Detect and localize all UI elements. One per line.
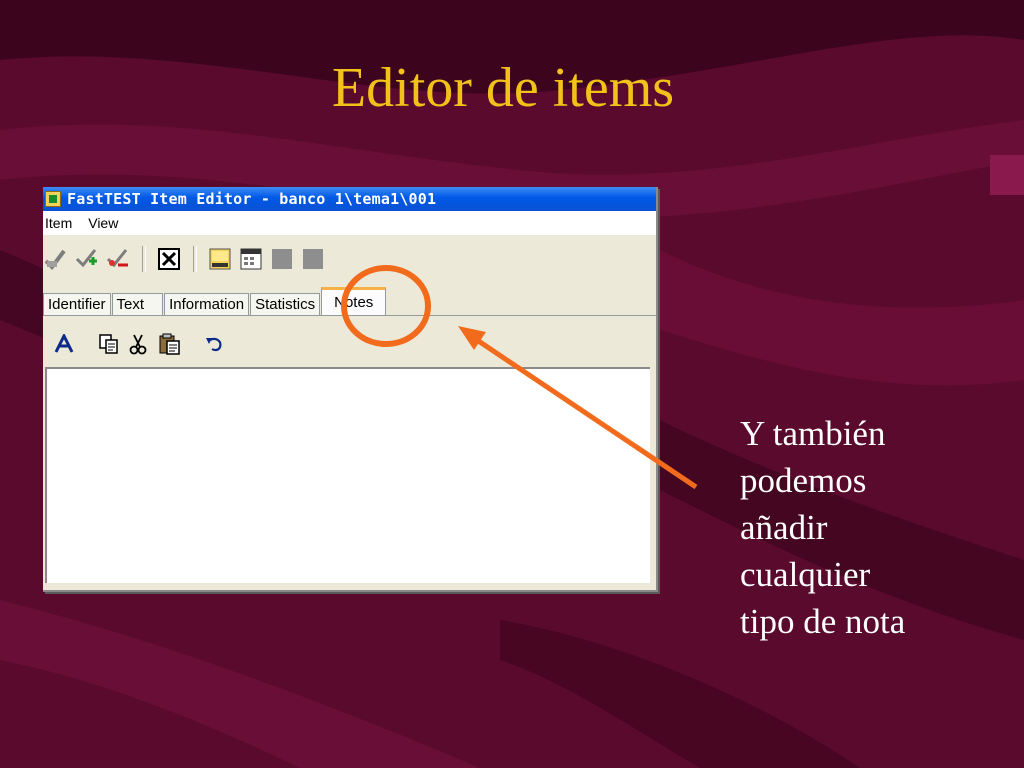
- body-line: añadir: [740, 508, 828, 547]
- tab-bar: Identifier Text Information Statistics N…: [43, 287, 656, 316]
- app-icon: [45, 191, 61, 207]
- close-x-icon[interactable]: [156, 246, 182, 272]
- slide-body-text: Y también podemos añadir cualquier tipo …: [740, 410, 1010, 645]
- body-line: cualquier: [740, 555, 871, 594]
- body-line: tipo de nota: [740, 602, 906, 641]
- calendar-icon[interactable]: [238, 246, 264, 272]
- menu-item-item[interactable]: Item: [45, 215, 72, 231]
- tab-text[interactable]: Text: [111, 293, 164, 315]
- gray-square-icon[interactable]: [269, 246, 295, 272]
- menu-bar: Item View: [43, 211, 656, 235]
- window-titlebar[interactable]: FastTEST Item Editor - banco 1\tema1\001: [43, 187, 656, 211]
- paste-icon[interactable]: [157, 331, 183, 357]
- body-line: podemos: [740, 461, 867, 500]
- tab-statistics[interactable]: Statistics: [250, 293, 321, 315]
- toolbar-separator: [193, 246, 197, 272]
- tab-information[interactable]: Information: [164, 293, 250, 315]
- cut-icon[interactable]: [127, 331, 149, 357]
- font-icon[interactable]: [53, 331, 75, 357]
- check-add-icon[interactable]: [74, 246, 100, 272]
- tab-identifier[interactable]: Identifier: [43, 293, 111, 315]
- copy-icon[interactable]: [97, 331, 121, 357]
- notes-text-area[interactable]: [45, 367, 650, 583]
- note-icon[interactable]: [207, 246, 233, 272]
- tab-notes[interactable]: Notes: [321, 287, 387, 315]
- menu-item-view[interactable]: View: [88, 215, 118, 231]
- undo-icon[interactable]: [203, 331, 225, 357]
- toolbar-separator: [142, 246, 146, 272]
- window-title: FastTEST Item Editor - banco 1\tema1\001: [67, 190, 437, 208]
- check-icon[interactable]: [43, 246, 69, 272]
- main-toolbar: [43, 241, 656, 277]
- gray-square-icon[interactable]: [300, 246, 326, 272]
- item-editor-window: FastTEST Item Editor - banco 1\tema1\001…: [43, 187, 658, 592]
- notes-edit-toolbar: [43, 329, 656, 359]
- body-line: Y también: [740, 414, 886, 453]
- slide-title: Editor de items: [331, 57, 675, 119]
- check-remove-icon[interactable]: [105, 246, 131, 272]
